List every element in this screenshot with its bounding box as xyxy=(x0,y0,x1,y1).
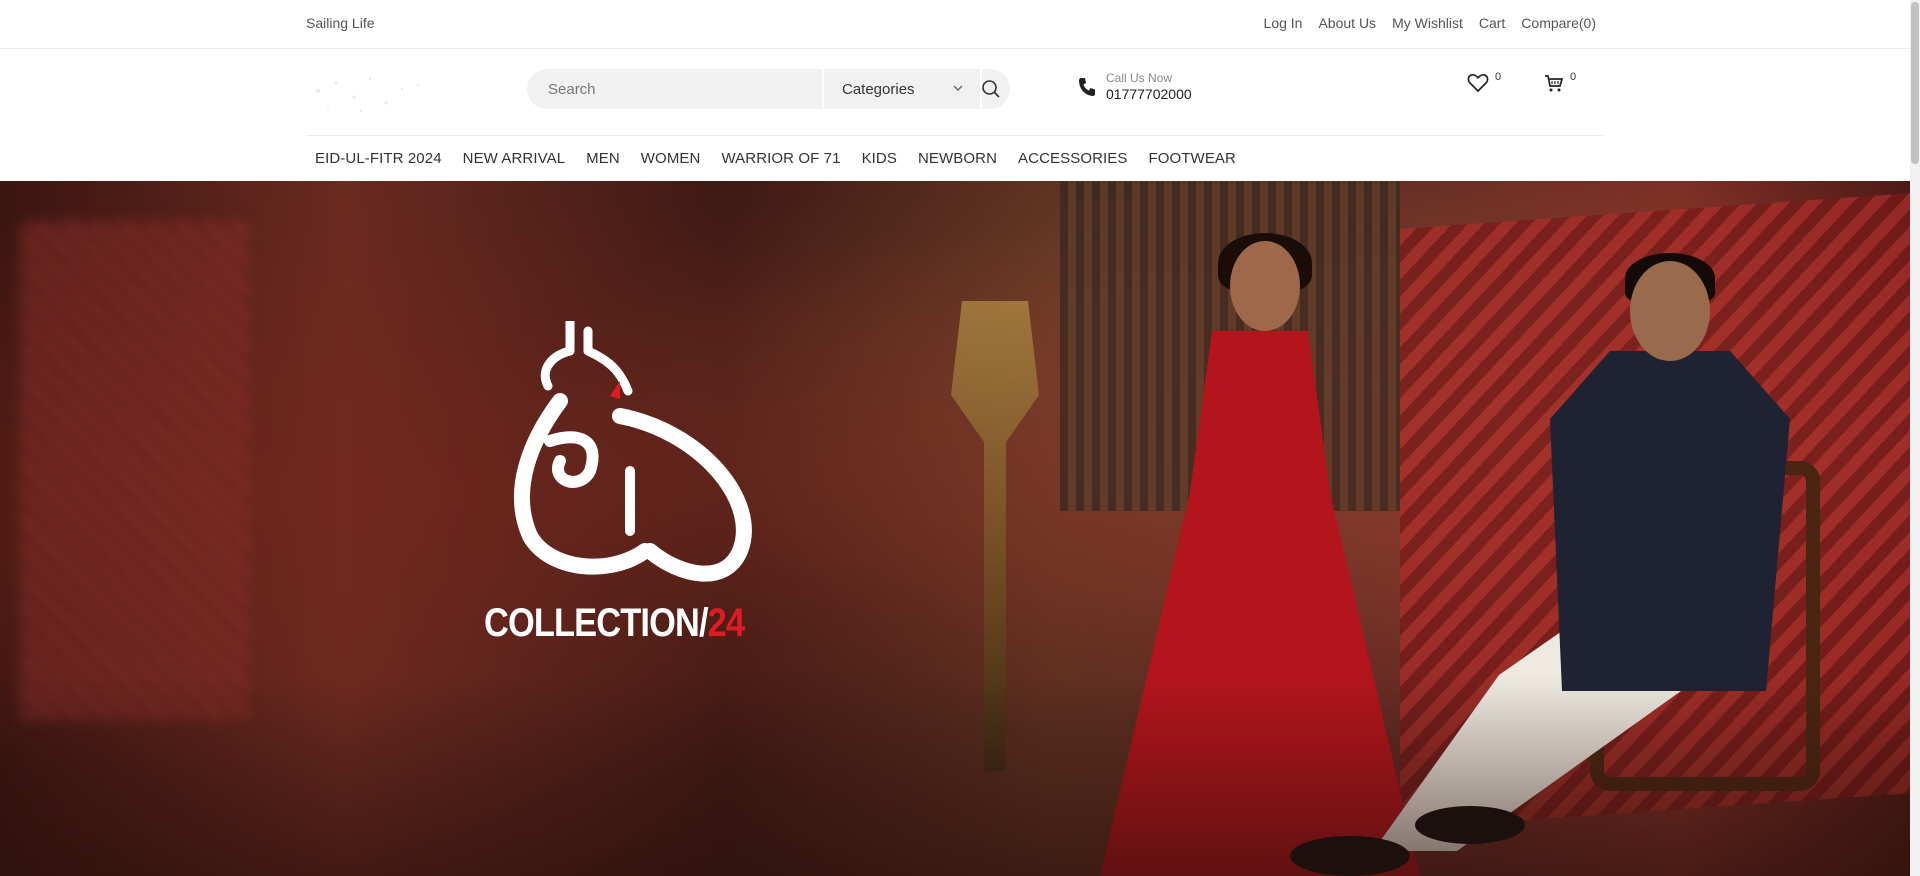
call-us: Call Us Now 01777702000 xyxy=(1078,71,1192,102)
nav-kids[interactable]: KIDS xyxy=(862,150,901,167)
nav-new-arrival[interactable]: NEW ARRIVAL xyxy=(463,150,570,167)
brand-tagline[interactable]: Sailing Life xyxy=(306,15,375,31)
scrollbar-thumb[interactable] xyxy=(1911,2,1919,164)
wishlist-button[interactable]: 0 xyxy=(1467,71,1502,93)
heart-icon xyxy=(1467,73,1489,93)
categories-select[interactable]: Categories xyxy=(822,69,982,109)
chevron-down-icon xyxy=(953,85,963,91)
call-number[interactable]: 01777702000 xyxy=(1106,86,1192,102)
wishlist-count: 0 xyxy=(1495,71,1502,83)
hero-banner[interactable]: COLLECTION/24 xyxy=(0,181,1910,876)
collection-title: COLLECTION/24 xyxy=(484,601,745,646)
call-label: Call Us Now xyxy=(1106,71,1173,85)
scrollbar[interactable] xyxy=(1910,0,1920,876)
top-links: Log In About Us My Wishlist Cart Compare… xyxy=(1264,15,1596,31)
nav-newborn[interactable]: NEWBORN xyxy=(918,150,1001,167)
login-link[interactable]: Log In xyxy=(1264,15,1303,31)
eid-calligraphy-logo xyxy=(514,321,752,582)
compare-link[interactable]: Compare(0) xyxy=(1521,15,1596,31)
header: Categories Call Us Now 01777702000 0 xyxy=(306,49,1604,136)
search-icon[interactable] xyxy=(980,78,1002,100)
phone-icon xyxy=(1079,77,1095,96)
cart-icon xyxy=(1545,75,1564,92)
nav-men[interactable]: MEN xyxy=(586,150,624,167)
nav-warrior-of-71[interactable]: WARRIOR OF 71 xyxy=(721,150,844,167)
nav-women[interactable]: WOMEN xyxy=(641,150,705,167)
cart-count: 0 xyxy=(1570,71,1577,83)
collection-year: 24 xyxy=(707,601,745,645)
nav-eid-ul-fitr-2024[interactable]: EID-UL-FITR 2024 xyxy=(315,150,446,167)
categories-label: Categories xyxy=(842,80,915,98)
about-us-link[interactable]: About Us xyxy=(1318,15,1376,31)
cart-button[interactable]: 0 xyxy=(1544,71,1577,93)
top-bar: Sailing Life Log In About Us My Wishlist… xyxy=(0,0,1910,49)
site-logo[interactable] xyxy=(306,63,426,119)
background-rug xyxy=(20,221,250,721)
nav-accessories[interactable]: ACCESSORIES xyxy=(1018,150,1131,167)
main-nav: EID-UL-FITR 2024 NEW ARRIVAL MEN WOMEN W… xyxy=(306,136,1248,180)
collection-label: COLLECTION/ xyxy=(484,601,709,645)
my-wishlist-link[interactable]: My Wishlist xyxy=(1392,15,1463,31)
nav-footwear[interactable]: FOOTWEAR xyxy=(1149,150,1240,167)
cart-link[interactable]: Cart xyxy=(1479,15,1505,31)
search-bar: Categories xyxy=(527,69,1010,109)
search-input[interactable] xyxy=(546,79,820,99)
